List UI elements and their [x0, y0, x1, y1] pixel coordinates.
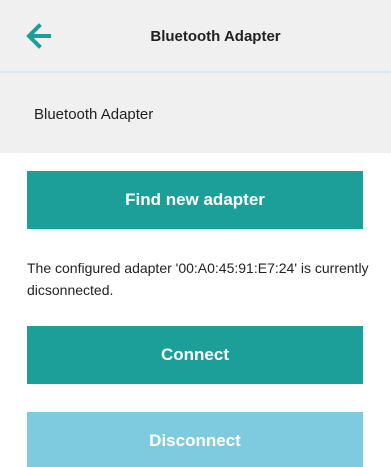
back-button[interactable]	[26, 22, 54, 50]
adapter-status-message: The configured adapter '00:A0:45:91:E7:2…	[27, 260, 369, 298]
find-new-adapter-button[interactable]: Find new adapter	[27, 171, 363, 229]
connect-button[interactable]: Connect	[27, 326, 363, 384]
arrow-left-icon	[26, 23, 51, 49]
section-header: Bluetooth Adapter	[0, 73, 391, 153]
disconnect-button[interactable]: Disconnect	[27, 412, 363, 467]
app-header: Bluetooth Adapter	[0, 0, 391, 73]
bluetooth-adapter-screen: Bluetooth Adapter Bluetooth Adapter Find…	[0, 0, 391, 467]
section-label: Bluetooth Adapter	[34, 106, 154, 123]
page-title: Bluetooth Adapter	[150, 28, 281, 45]
